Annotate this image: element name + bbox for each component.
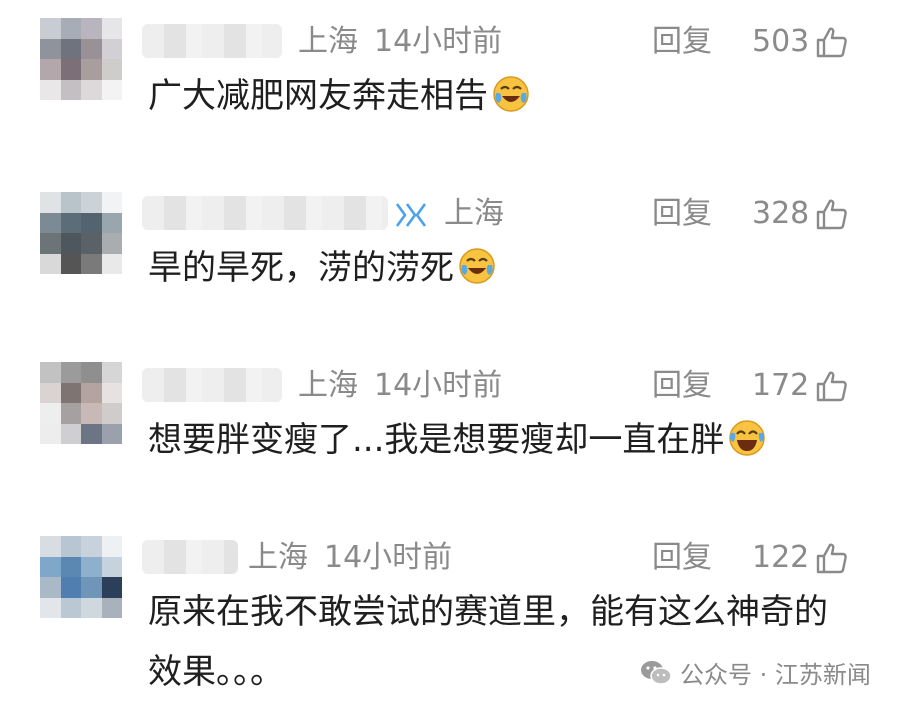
- like-count: 503: [752, 24, 810, 59]
- vip-badge-icon: [395, 203, 427, 227]
- time-label: 14小时前: [374, 368, 503, 403]
- like-button[interactable]: 172: [752, 366, 849, 406]
- avatar[interactable]: [40, 18, 122, 100]
- location-label: 上海: [248, 540, 308, 575]
- username-blurred[interactable]: [142, 540, 238, 574]
- avatar[interactable]: [40, 362, 122, 444]
- comment-meta: 上海 14小时前: [248, 538, 452, 578]
- username-blurred[interactable]: [142, 196, 388, 230]
- reply-button[interactable]: 回复: [652, 366, 712, 406]
- comment-meta: 上海 14小时前: [298, 366, 502, 406]
- avatar[interactable]: [40, 536, 122, 618]
- wechat-icon: [641, 660, 672, 685]
- comment-text: 想要胖变瘦了...我是想要瘦却一直在胖: [148, 410, 858, 470]
- source-watermark: 公众号 · 江苏新闻: [640, 655, 871, 690]
- thumbs-up-icon: [817, 199, 848, 230]
- comment-meta: 上海: [444, 194, 504, 234]
- like-count: 328: [752, 196, 810, 231]
- comment-text: 旱的旱死，涝的涝死: [148, 238, 858, 298]
- comment-meta: 上海 14小时前: [298, 22, 502, 62]
- username-blurred[interactable]: [142, 368, 282, 402]
- laughing-crying-emoji-icon: [493, 76, 529, 112]
- location-label: 上海: [298, 368, 358, 403]
- time-label: 14小时前: [374, 24, 503, 59]
- like-count: 122: [752, 540, 810, 575]
- location-label: 上海: [298, 24, 358, 59]
- like-button[interactable]: 503: [752, 22, 849, 62]
- reply-button[interactable]: 回复: [652, 538, 712, 578]
- like-count: 172: [752, 368, 810, 403]
- username-blurred[interactable]: [142, 24, 282, 58]
- thumbs-up-icon: [817, 27, 848, 58]
- like-button[interactable]: 328: [752, 194, 849, 234]
- thumbs-up-icon: [817, 371, 848, 402]
- avatar[interactable]: [40, 192, 122, 274]
- thumbs-up-icon: [817, 543, 848, 574]
- comment-text: 广大减肥网友奔走相告: [148, 66, 858, 126]
- watermark-text: 公众号 · 江苏新闻: [680, 661, 871, 689]
- reply-button[interactable]: 回复: [652, 194, 712, 234]
- location-label: 上海: [444, 196, 504, 231]
- like-button[interactable]: 122: [752, 538, 849, 578]
- reply-button[interactable]: 回复: [652, 22, 712, 62]
- laughing-crying-emoji-icon: [459, 248, 495, 284]
- tears-of-joy-emoji-icon: [729, 420, 766, 456]
- time-label: 14小时前: [324, 540, 453, 575]
